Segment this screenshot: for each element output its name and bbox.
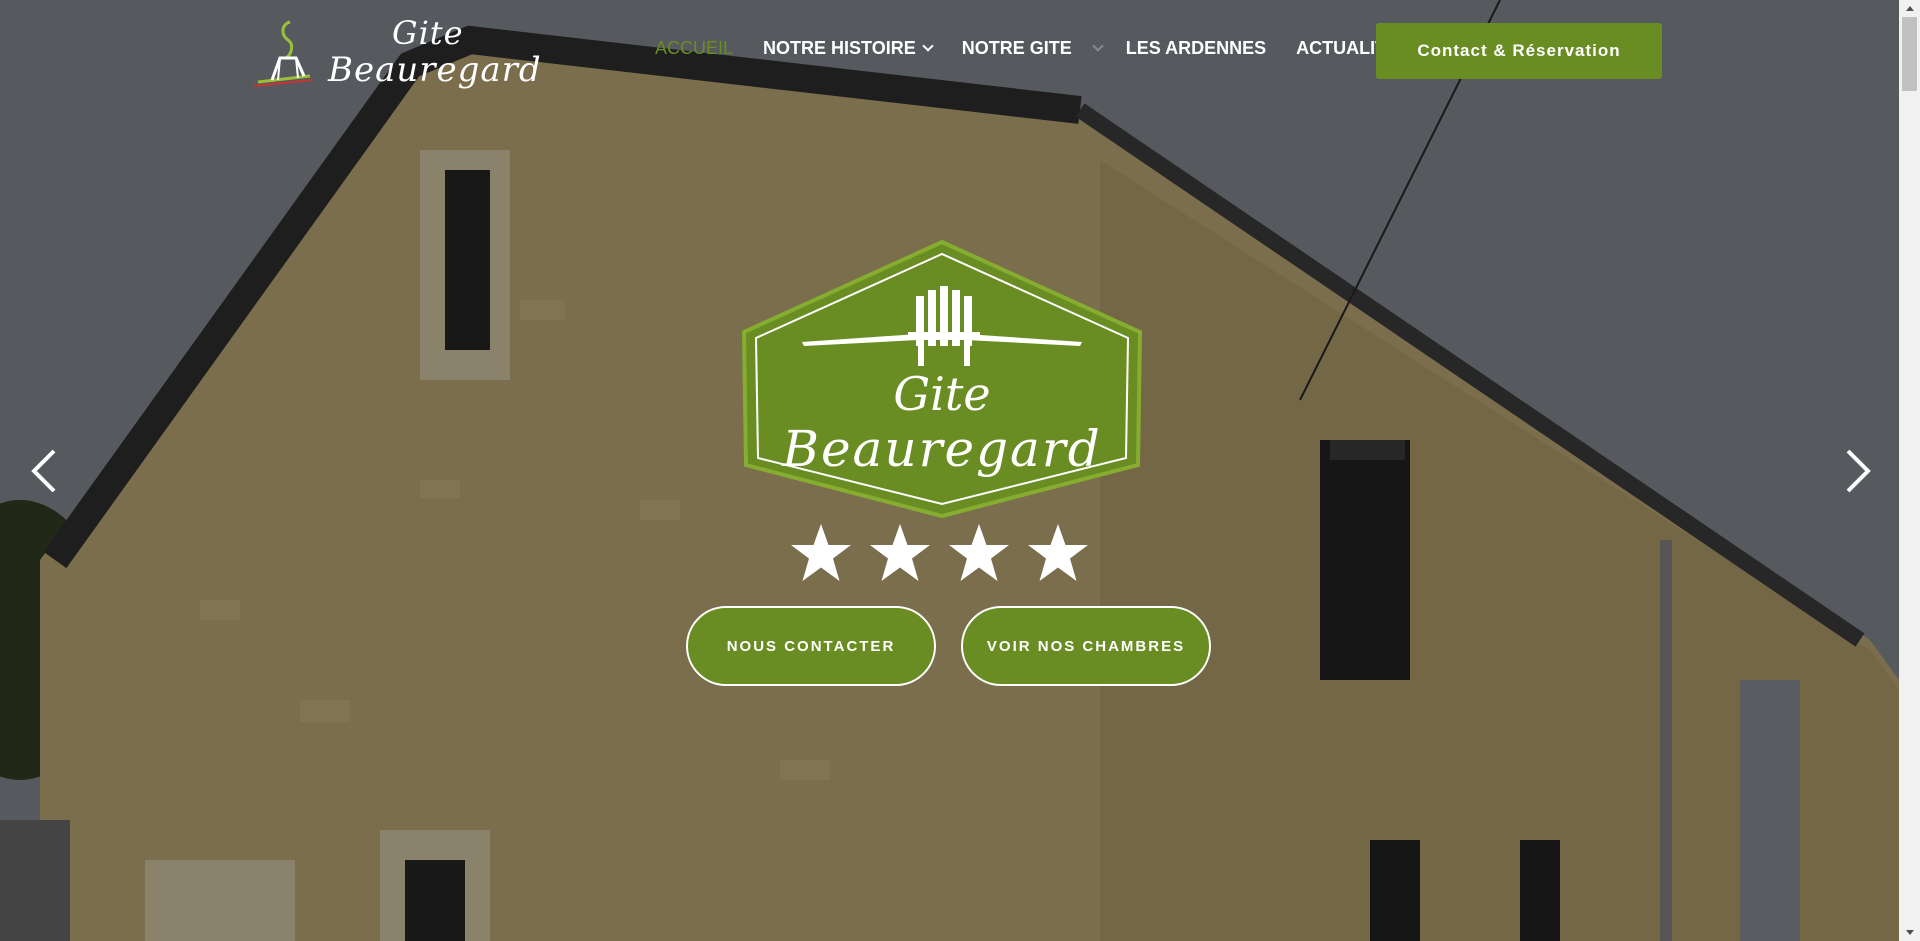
badge-text-line1: Gite bbox=[893, 367, 990, 421]
nav-item-notre-histoire[interactable]: NOTRE HISTOIRE bbox=[763, 38, 934, 59]
nav-item-label: ACCUEIL bbox=[655, 38, 734, 58]
scroll-up-arrow-icon[interactable] bbox=[1899, 0, 1920, 17]
nav-item-label: LES ARDENNES bbox=[1125, 38, 1267, 58]
scroll-down-arrow-icon[interactable] bbox=[1899, 924, 1920, 941]
chevron-right-icon[interactable] bbox=[1836, 448, 1876, 494]
scrollbar-thumb[interactable] bbox=[1902, 17, 1917, 91]
main-navigation: ACCUEIL NOTRE HISTOIRE NOTRE GITE LES AR… bbox=[655, 38, 1410, 59]
logo-text-line1: Gite bbox=[392, 14, 464, 52]
chevron-left-icon[interactable] bbox=[26, 448, 66, 494]
badge-text-line2: Beauregard bbox=[781, 420, 1102, 478]
page-scrollbar[interactable] bbox=[1899, 0, 1920, 941]
star-rating bbox=[790, 522, 1089, 584]
star-icon bbox=[949, 524, 1009, 581]
nav-item-label: NOTRE HISTOIRE bbox=[763, 38, 916, 58]
star-icon bbox=[870, 524, 930, 581]
star-icon bbox=[1028, 524, 1088, 581]
contact-reservation-button[interactable]: Contact & Réservation bbox=[1376, 23, 1662, 79]
logo-text-line2: Beauregard bbox=[328, 50, 542, 90]
nous-contacter-button[interactable]: NOUS CONTACTER bbox=[686, 606, 936, 686]
voir-nos-chambres-button[interactable]: VOIR NOS CHAMBRES bbox=[961, 606, 1211, 686]
chevron-down-icon bbox=[1092, 40, 1104, 52]
site-logo[interactable]: Gite Beauregard bbox=[252, 10, 541, 90]
nav-item-notre-gite[interactable]: NOTRE GITE bbox=[961, 38, 1104, 59]
nav-item-accueil[interactable]: ACCUEIL bbox=[655, 38, 733, 59]
gite-badge-logo: Gite Beauregard bbox=[741, 240, 1143, 519]
chair-logo-icon bbox=[253, 20, 313, 87]
nav-item-les-ardennes[interactable]: LES ARDENNES bbox=[1126, 38, 1266, 59]
star-icon bbox=[791, 524, 851, 581]
nav-item-label: NOTRE GITE bbox=[961, 38, 1072, 58]
chevron-down-icon bbox=[922, 40, 934, 52]
